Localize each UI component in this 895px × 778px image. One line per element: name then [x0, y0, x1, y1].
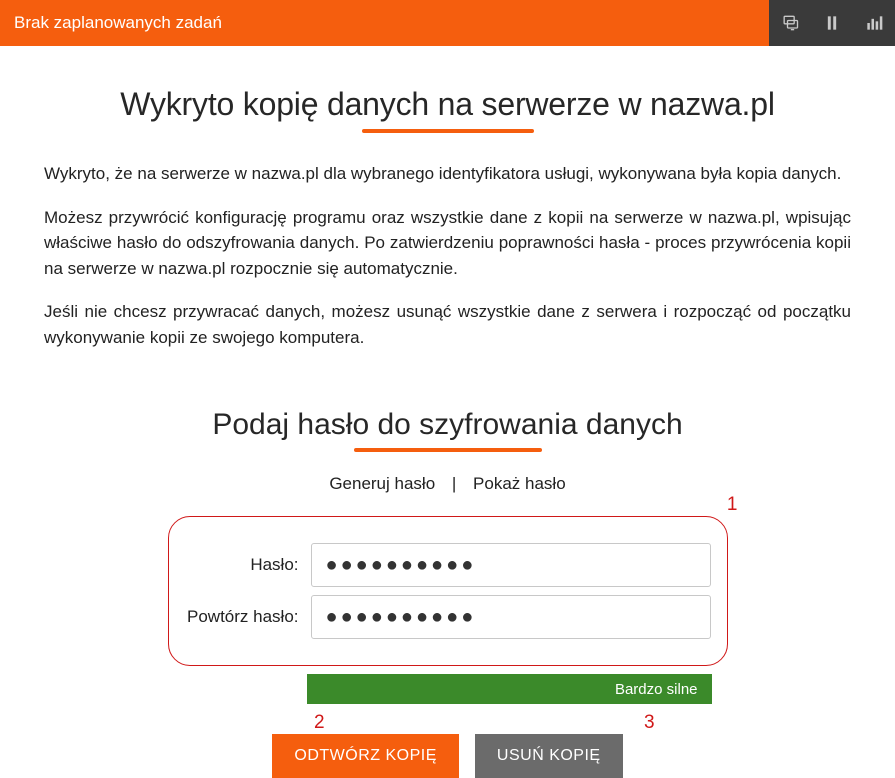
- topbar-icon-group: [769, 0, 895, 46]
- annotation-2: 2: [314, 712, 325, 734]
- intro-paragraph-3: Jeśli nie chcesz przywracać danych, może…: [44, 299, 851, 350]
- bars-icon[interactable]: [853, 0, 895, 46]
- password-tools: Generuj hasło | Pokaż hasło: [44, 474, 851, 494]
- title-underline: [362, 129, 534, 133]
- password-strength-label: Bardzo silne: [615, 681, 698, 698]
- show-password-link[interactable]: Pokaż hasło: [473, 474, 566, 493]
- password-row: Hasło:: [169, 543, 711, 587]
- page-title: Wykryto kopię danych na serwerze w nazwa…: [44, 86, 851, 123]
- repeat-password-input[interactable]: [311, 595, 711, 639]
- monitor-icon[interactable]: [769, 0, 811, 46]
- topbar: Brak zaplanowanych zadań: [0, 0, 895, 46]
- button-row: 2 3 ODTWÓRZ KOPIĘ USUŃ KOPIĘ: [44, 734, 851, 778]
- password-label: Hasło:: [169, 555, 299, 575]
- intro-paragraph-2: Możesz przywrócić konfigurację programu …: [44, 205, 851, 282]
- delete-button[interactable]: USUŃ KOPIĘ: [475, 734, 623, 778]
- restore-button[interactable]: ODTWÓRZ KOPIĘ: [272, 734, 459, 778]
- separator: |: [452, 474, 456, 493]
- annotation-1: 1: [727, 494, 738, 516]
- generate-password-link[interactable]: Generuj hasło: [329, 474, 435, 493]
- pause-icon[interactable]: [811, 0, 853, 46]
- topbar-status-text: Brak zaplanowanych zadań: [0, 0, 769, 46]
- password-strength-bar: Bardzo silne: [307, 674, 712, 704]
- password-input[interactable]: [311, 543, 711, 587]
- password-form-outline: Hasło: Powtórz hasło:: [168, 516, 728, 666]
- repeat-password-label: Powtórz hasło:: [169, 607, 299, 627]
- intro-paragraph-1: Wykryto, że na serwerze w nazwa.pl dla w…: [44, 161, 851, 187]
- main-content: Wykryto kopię danych na serwerze w nazwa…: [0, 46, 895, 778]
- password-section-title: Podaj hasło do szyfrowania danych: [44, 408, 851, 442]
- annotation-3: 3: [644, 712, 655, 734]
- subtitle-underline: [354, 448, 542, 452]
- repeat-password-row: Powtórz hasło:: [169, 595, 711, 639]
